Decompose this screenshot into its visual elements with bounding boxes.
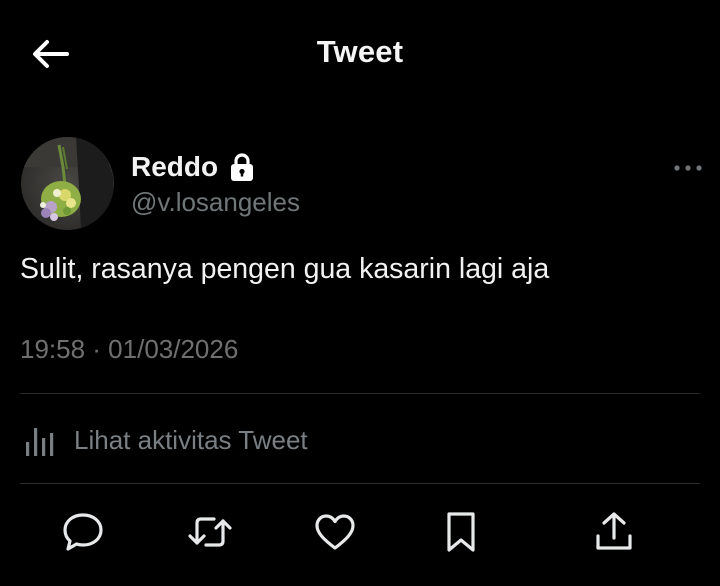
retweet-icon	[188, 517, 232, 547]
lock-icon	[229, 152, 255, 182]
reply-button[interactable]	[58, 507, 108, 557]
tweet-header: Tweet	[0, 0, 720, 104]
tweet-timestamp[interactable]: 19:58 · 01/03/2026	[20, 334, 238, 365]
retweet-button[interactable]	[185, 507, 235, 557]
like-icon	[315, 514, 355, 550]
more-options-button[interactable]	[668, 155, 708, 181]
action-bar	[0, 495, 720, 571]
view-activity-link[interactable]: Lihat aktivitas Tweet	[24, 420, 308, 460]
author-row: Reddo	[131, 150, 255, 184]
bookmark-icon	[447, 512, 475, 552]
analytics-icon	[26, 428, 54, 456]
more-icon	[674, 165, 702, 171]
tweet-text: Sulit, rasanya pengen gua kasarin lagi a…	[20, 253, 550, 285]
avatar[interactable]	[21, 137, 114, 230]
share-button[interactable]	[589, 507, 639, 557]
avatar-image	[21, 137, 114, 230]
page-title: Tweet	[316, 34, 404, 69]
activity-label: Lihat aktivitas Tweet	[74, 424, 308, 455]
reply-icon	[63, 513, 103, 551]
bookmark-button[interactable]	[436, 507, 486, 557]
divider	[20, 483, 700, 484]
divider	[20, 393, 700, 394]
share-icon	[596, 512, 632, 550]
display-name[interactable]: Reddo	[131, 151, 218, 183]
user-handle[interactable]: @v.losangeles	[131, 187, 300, 218]
like-button[interactable]	[310, 507, 360, 557]
